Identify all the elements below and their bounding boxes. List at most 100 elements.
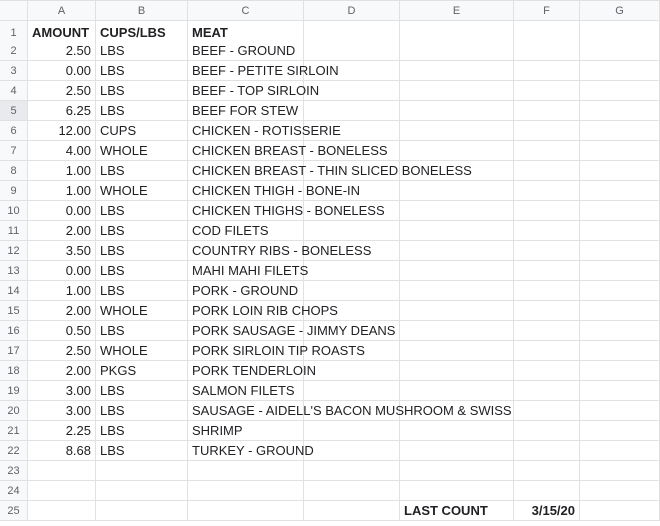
cell-amount[interactable]: 3.00 (28, 401, 96, 421)
spreadsheet-grid[interactable]: ABCDEFG1AMOUNTCUPS/LBSMEAT22.50LBSBEEF -… (0, 0, 660, 521)
cell-empty[interactable] (580, 301, 660, 321)
cell-empty[interactable] (580, 281, 660, 301)
cell-amount[interactable]: 0.00 (28, 261, 96, 281)
row-header-18[interactable]: 18 (0, 361, 28, 381)
cell-meat[interactable]: COUNTRY RIBS - BONELESS (188, 241, 304, 261)
cell-meat[interactable]: TURKEY - GROUND (188, 441, 304, 461)
cell-empty[interactable] (400, 381, 514, 401)
cell-unit[interactable]: PKGS (96, 361, 188, 381)
cell-meat[interactable]: PORK TENDERLOIN (188, 361, 304, 381)
cell-empty[interactable] (304, 281, 400, 301)
cell-empty[interactable] (28, 461, 96, 481)
cell-empty[interactable] (580, 141, 660, 161)
column-header-e[interactable]: E (400, 1, 514, 21)
cell-unit[interactable]: LBS (96, 161, 188, 181)
row-header-25[interactable]: 25 (0, 501, 28, 521)
cell-empty[interactable] (400, 341, 514, 361)
cell-amount[interactable]: 3.00 (28, 381, 96, 401)
cell-amount[interactable]: 0.00 (28, 61, 96, 81)
cell-unit[interactable]: LBS (96, 241, 188, 261)
cell-empty[interactable] (188, 501, 304, 521)
cell-unit[interactable]: WHOLE (96, 141, 188, 161)
cell-empty[interactable] (514, 101, 580, 121)
cell-empty[interactable] (514, 141, 580, 161)
cell-empty[interactable] (304, 261, 400, 281)
cell-unit[interactable]: WHOLE (96, 301, 188, 321)
cell-empty[interactable] (96, 461, 188, 481)
row-header-24[interactable]: 24 (0, 481, 28, 501)
cell-empty[interactable] (304, 101, 400, 121)
cell-amount[interactable]: 1.00 (28, 161, 96, 181)
cell-empty[interactable] (580, 401, 660, 421)
cell-amount[interactable]: 2.25 (28, 421, 96, 441)
row-header-9[interactable]: 9 (0, 181, 28, 201)
row-header-15[interactable]: 15 (0, 301, 28, 321)
cell-empty[interactable] (514, 481, 580, 501)
cell-amount[interactable]: 3.50 (28, 241, 96, 261)
cell-empty[interactable] (28, 481, 96, 501)
cell-empty[interactable] (514, 341, 580, 361)
cell-empty[interactable] (580, 361, 660, 381)
cell-unit[interactable]: LBS (96, 381, 188, 401)
cell-empty[interactable] (514, 81, 580, 101)
cell-meat[interactable]: BEEF - TOP SIRLOIN (188, 81, 304, 101)
cell-meat[interactable]: PORK LOIN RIB CHOPS (188, 301, 304, 321)
cell-empty[interactable] (188, 481, 304, 501)
cell-empty[interactable] (400, 221, 514, 241)
cell-empty[interactable] (400, 261, 514, 281)
row-header-6[interactable]: 6 (0, 121, 28, 141)
row-header-16[interactable]: 16 (0, 321, 28, 341)
cell-amount[interactable]: 2.50 (28, 41, 96, 61)
row-header-17[interactable]: 17 (0, 341, 28, 361)
cell-meat[interactable]: PORK - GROUND (188, 281, 304, 301)
cell-unit[interactable]: LBS (96, 41, 188, 61)
column-header-g[interactable]: G (580, 1, 660, 21)
cell-amount[interactable]: 2.00 (28, 301, 96, 321)
cell-unit[interactable]: LBS (96, 281, 188, 301)
cell-meat[interactable]: SAUSAGE - AIDELL'S BACON MUSHROOM & SWIS… (188, 401, 304, 421)
cell-empty[interactable] (514, 381, 580, 401)
cell-empty[interactable] (580, 121, 660, 141)
cell-empty[interactable] (400, 241, 514, 261)
cell-empty[interactable] (514, 321, 580, 341)
cell-amount[interactable]: 12.00 (28, 121, 96, 141)
cell-empty[interactable] (400, 301, 514, 321)
cell-empty[interactable] (400, 321, 514, 341)
cell-empty[interactable] (580, 481, 660, 501)
cell-empty[interactable] (514, 301, 580, 321)
row-header-14[interactable]: 14 (0, 281, 28, 301)
row-header-8[interactable]: 8 (0, 161, 28, 181)
cell-empty[interactable] (400, 101, 514, 121)
row-header-13[interactable]: 13 (0, 261, 28, 281)
cell-empty[interactable] (514, 61, 580, 81)
cell-empty[interactable] (580, 461, 660, 481)
cell-amount[interactable]: 8.68 (28, 441, 96, 461)
cell-empty[interactable] (304, 381, 400, 401)
cell-unit[interactable]: LBS (96, 421, 188, 441)
cell-empty[interactable] (580, 181, 660, 201)
cell-empty[interactable] (514, 221, 580, 241)
cell-unit[interactable]: LBS (96, 261, 188, 281)
cell-empty[interactable] (514, 241, 580, 261)
cell-amount[interactable]: 1.00 (28, 181, 96, 201)
cell-empty[interactable] (580, 241, 660, 261)
cell-meat[interactable]: CHICKEN THIGHS - BONELESS (188, 201, 304, 221)
cell-empty[interactable] (400, 481, 514, 501)
cell-unit[interactable]: LBS (96, 221, 188, 241)
column-header-c[interactable]: C (188, 1, 304, 21)
cell-empty[interactable] (514, 441, 580, 461)
row-header-7[interactable]: 7 (0, 141, 28, 161)
cell-empty[interactable] (96, 481, 188, 501)
cell-empty[interactable] (514, 41, 580, 61)
row-header-20[interactable]: 20 (0, 401, 28, 421)
cell-empty[interactable] (400, 41, 514, 61)
cell-meat[interactable]: PORK SAUSAGE - JIMMY DEANS (188, 321, 304, 341)
cell-meat[interactable]: MAHI MAHI FILETS (188, 261, 304, 281)
cell-meat[interactable]: SHRIMP (188, 421, 304, 441)
column-header-a[interactable]: A (28, 1, 96, 21)
cell-empty[interactable] (580, 161, 660, 181)
row-header-2[interactable]: 2 (0, 41, 28, 61)
cell-empty[interactable] (514, 201, 580, 221)
cell-amount[interactable]: 0.50 (28, 321, 96, 341)
cell-meat[interactable]: BEEF FOR STEW (188, 101, 304, 121)
